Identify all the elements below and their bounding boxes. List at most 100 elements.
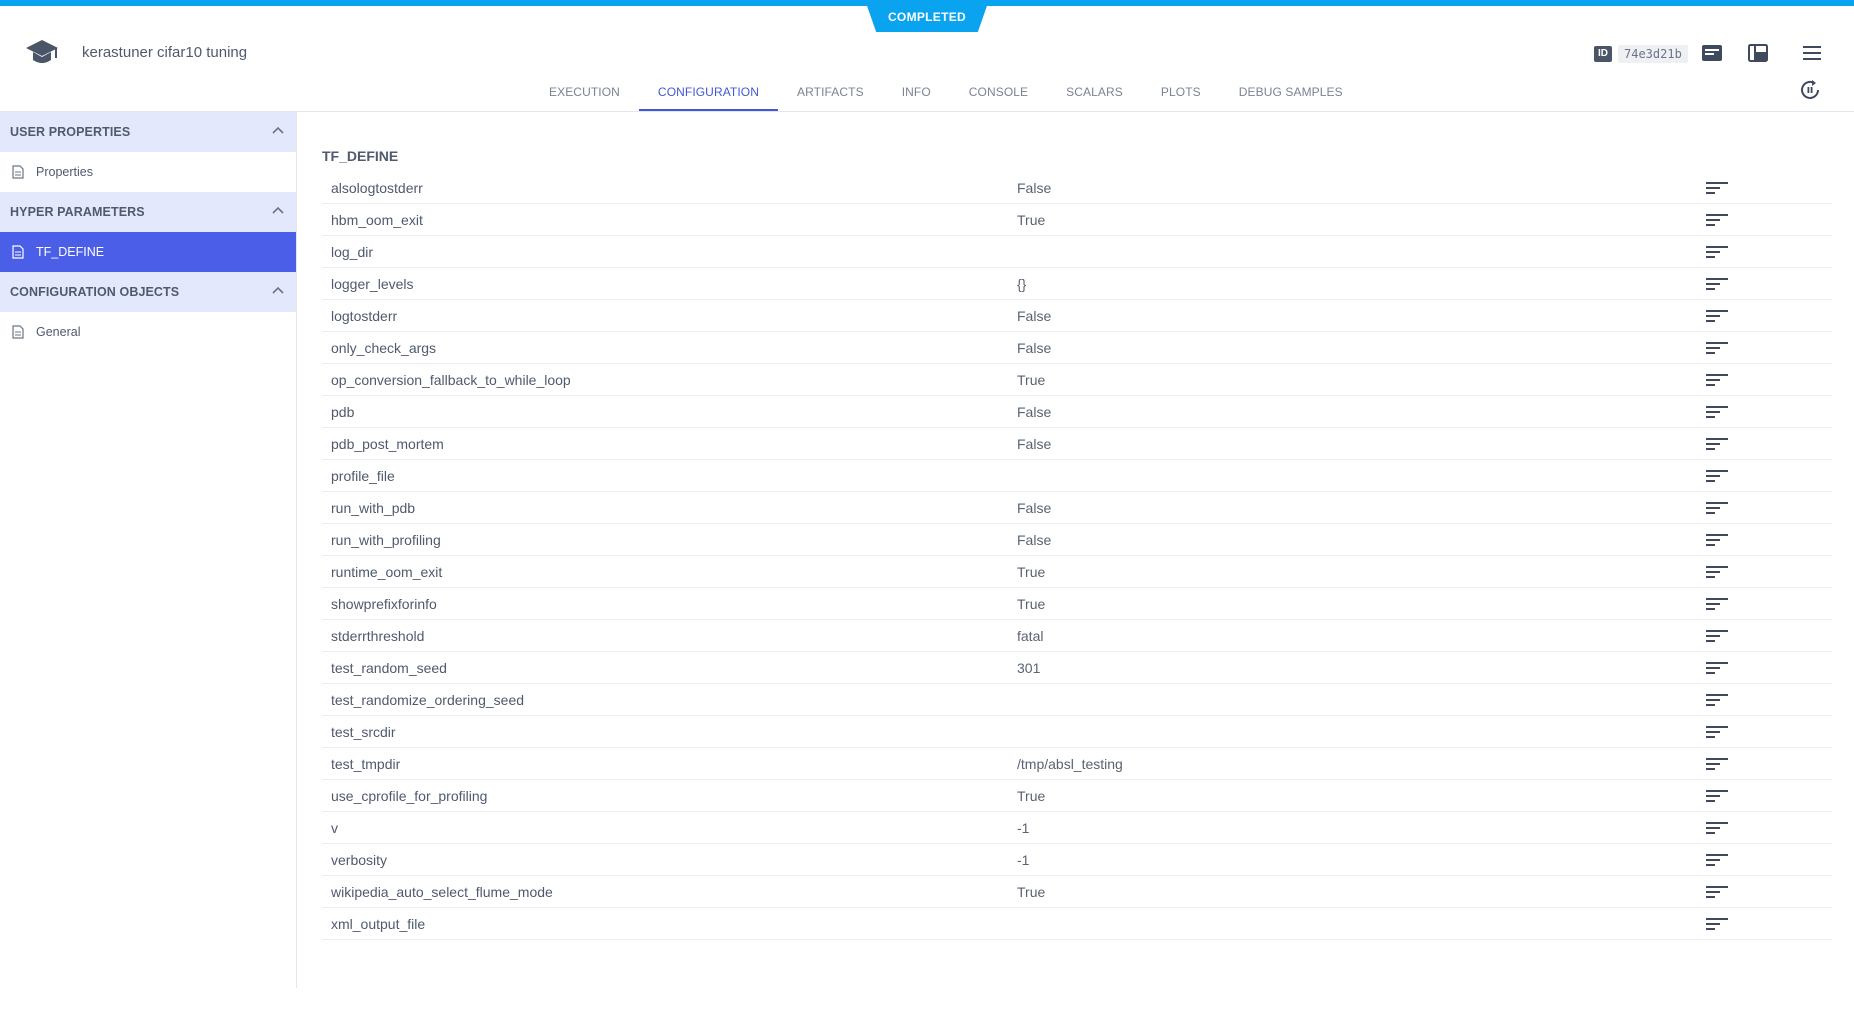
description-icon[interactable]	[1706, 405, 1728, 419]
section-title: USER PROPERTIES	[10, 125, 131, 139]
param-key: pdb_post_mortem	[331, 435, 444, 452]
param-key: pdb	[331, 403, 355, 420]
section-hyper-parameters[interactable]: HYPER PARAMETERS	[0, 192, 296, 232]
document-icon	[12, 325, 24, 339]
param-row: test_tmpdir/tmp/absl_testing	[322, 748, 1832, 780]
description-icon[interactable]	[1706, 533, 1728, 547]
id-label: ID	[1594, 46, 1612, 62]
sidebar-item-general[interactable]: General	[0, 312, 296, 352]
param-key: only_check_args	[331, 339, 437, 356]
param-key: stderrthreshold	[331, 627, 425, 644]
param-key: op_conversion_fallback_to_while_loop	[331, 371, 571, 388]
config-sidebar: USER PROPERTIES Properties HYPER PARAMET…	[0, 112, 297, 988]
param-value: False	[1017, 531, 1052, 548]
chevron-up-icon[interactable]	[270, 123, 286, 139]
document-icon	[12, 165, 24, 179]
param-key: runtime_oom_exit	[331, 563, 443, 580]
description-icon[interactable]	[1706, 725, 1728, 739]
description-icon[interactable]	[1706, 181, 1728, 195]
param-value: {}	[1017, 275, 1027, 292]
param-value: /tmp/absl_testing	[1017, 755, 1123, 772]
tab-bar: EXECUTION CONFIGURATION ARTIFACTS INFO C…	[530, 77, 1362, 111]
tab-execution[interactable]: EXECUTION	[530, 77, 639, 111]
tab-configuration[interactable]: CONFIGURATION	[638, 77, 778, 111]
param-row: logtostderr False	[322, 300, 1832, 332]
description-icon[interactable]	[1706, 789, 1728, 803]
description-icon[interactable]	[1706, 757, 1728, 771]
param-row: showprefixforinfo True	[322, 588, 1832, 620]
param-value: True	[1017, 563, 1046, 580]
param-row: logger_levels {}	[322, 268, 1832, 300]
param-value: False	[1017, 403, 1052, 420]
description-icon[interactable]	[1706, 885, 1728, 899]
section-user-properties[interactable]: USER PROPERTIES	[0, 112, 296, 152]
param-row: test_srcdir	[322, 716, 1832, 748]
chevron-up-icon[interactable]	[270, 203, 286, 219]
param-row: runtime_oom_exit True	[322, 556, 1832, 588]
section-configuration-objects[interactable]: CONFIGURATION OBJECTS	[0, 272, 296, 312]
tab-info[interactable]: INFO	[883, 77, 950, 111]
hamburger-menu-icon[interactable]	[1800, 41, 1824, 65]
param-row: only_check_args False	[322, 332, 1832, 364]
tab-plots[interactable]: PLOTS	[1142, 77, 1220, 111]
description-icon[interactable]	[1706, 693, 1728, 707]
description-icon[interactable]	[1706, 437, 1728, 451]
task-title: kerastuner cifar10 tuning	[82, 44, 248, 61]
description-icon[interactable]	[1706, 373, 1728, 387]
auto-refresh-icon[interactable]	[1798, 78, 1822, 102]
section-title: TF_DEFINE	[322, 148, 399, 164]
description-icon[interactable]	[1706, 917, 1728, 931]
param-row: run_with_profiling False	[322, 524, 1832, 556]
param-key: xml_output_file	[331, 915, 426, 932]
param-value: True	[1017, 883, 1046, 900]
param-value: False	[1017, 179, 1052, 196]
param-row: v -1	[322, 812, 1832, 844]
param-key: hbm_oom_exit	[331, 211, 423, 228]
description-icon[interactable]	[1706, 245, 1728, 259]
task-id-badge[interactable]: ID 74e3d21b	[1594, 44, 1688, 64]
param-key: use_cprofile_for_profiling	[331, 787, 488, 804]
panel-layout-icon[interactable]	[1746, 41, 1770, 65]
details-icon[interactable]	[1700, 41, 1724, 65]
description-icon[interactable]	[1706, 821, 1728, 835]
description-icon[interactable]	[1706, 277, 1728, 291]
description-icon[interactable]	[1706, 213, 1728, 227]
description-icon[interactable]	[1706, 629, 1728, 643]
chevron-up-icon[interactable]	[270, 283, 286, 299]
hyperparams-panel: TF_DEFINE alsologtostderr False hbm_oom_ex…	[322, 148, 1832, 940]
param-row: alsologtostderr False	[322, 172, 1832, 204]
param-value: True	[1017, 787, 1046, 804]
task-id: 74e3d21b	[1618, 45, 1688, 63]
param-row: xml_output_file	[322, 908, 1832, 940]
tab-debug-samples[interactable]: DEBUG SAMPLES	[1220, 77, 1362, 111]
document-icon	[12, 245, 24, 259]
param-row: verbosity -1	[322, 844, 1832, 876]
sidebar-item-properties[interactable]: Properties	[0, 152, 296, 192]
param-table: alsologtostderr False hbm_oom_exit True log_…	[322, 172, 1832, 940]
param-key: test_srcdir	[331, 723, 396, 740]
description-icon[interactable]	[1706, 565, 1728, 579]
description-icon[interactable]	[1706, 661, 1728, 675]
param-value: False	[1017, 499, 1052, 516]
tab-scalars[interactable]: SCALARS	[1047, 77, 1142, 111]
param-value: False	[1017, 307, 1052, 324]
sidebar-item-tf-define[interactable]: TF_DEFINE	[0, 232, 296, 272]
param-key: logger_levels	[331, 275, 414, 292]
tab-console[interactable]: CONSOLE	[950, 77, 1047, 111]
task-header: kerastuner cifar10 tuning ID 74e3d21b EX…	[0, 6, 1854, 112]
description-icon[interactable]	[1706, 341, 1728, 355]
param-value: -1	[1017, 851, 1030, 868]
description-icon[interactable]	[1706, 501, 1728, 515]
description-icon[interactable]	[1706, 469, 1728, 483]
param-row: op_conversion_fallback_to_while_loop True	[322, 364, 1832, 396]
description-icon[interactable]	[1706, 597, 1728, 611]
param-value: True	[1017, 211, 1046, 228]
param-value: fatal	[1017, 627, 1044, 644]
graduation-cap-icon	[24, 36, 60, 68]
param-key: log_dir	[331, 243, 374, 260]
param-value: True	[1017, 595, 1046, 612]
param-key: test_tmpdir	[331, 755, 401, 772]
description-icon[interactable]	[1706, 309, 1728, 323]
description-icon[interactable]	[1706, 853, 1728, 867]
tab-artifacts[interactable]: ARTIFACTS	[778, 77, 883, 111]
